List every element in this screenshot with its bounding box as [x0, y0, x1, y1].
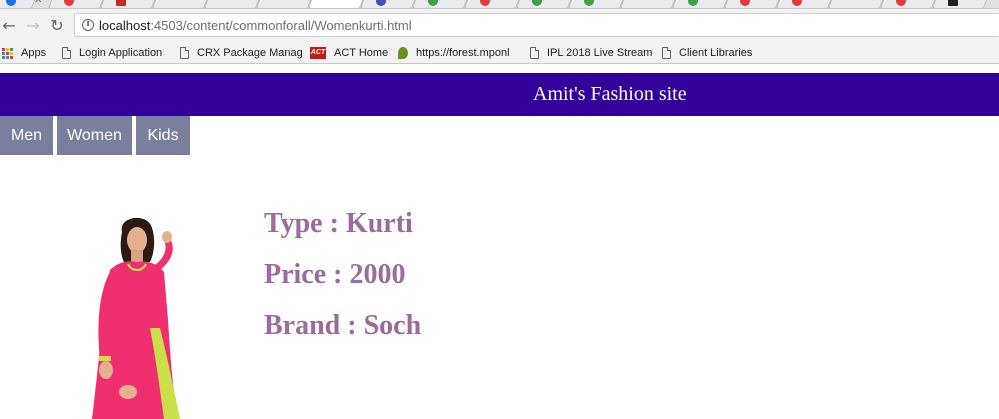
tab-favicon-icon [948, 0, 958, 6]
nav-item-kids[interactable]: Kids [136, 116, 190, 155]
bookmark-login-application[interactable]: Login Application [62, 44, 162, 62]
page-icon [180, 47, 189, 59]
product-brand: Brand : Soch [264, 310, 422, 341]
bookmark-forest[interactable]: https://forest.mponl [398, 44, 510, 62]
browser-tab[interactable] [515, 0, 573, 8]
product-price: Price : 2000 [264, 259, 406, 290]
tab-close-icon[interactable]: ✕ [34, 0, 42, 6]
page-icon [662, 47, 671, 59]
back-arrow-icon[interactable]: ← [0, 17, 18, 35]
bookmark-label: Apps [21, 47, 47, 59]
forward-arrow-icon[interactable]: → [24, 17, 42, 35]
bookmark-label: CRX Package Manag [197, 47, 303, 59]
url-text[interactable]: localhost:4503/content/commonforall/Wome… [99, 18, 412, 33]
bookmark-label: https://forest.mponl [416, 47, 510, 59]
info-icon[interactable]: i [82, 19, 94, 31]
browser-tab-active[interactable] [307, 0, 365, 8]
bookmark-crx-package-manager[interactable]: CRX Package Manag [180, 44, 303, 62]
page-icon [62, 47, 71, 59]
browser-tab[interactable] [931, 0, 989, 8]
tab-favicon-icon [116, 0, 126, 6]
browser-tab[interactable] [203, 0, 261, 8]
browser-tab[interactable] [827, 0, 885, 8]
apps-grid-icon [2, 47, 13, 59]
model-in-kurti-illustration [92, 217, 180, 419]
browser-tab[interactable] [151, 0, 209, 8]
browser-toolbar: ← → ↻ i localhost:4503/content/commonfor… [0, 9, 999, 42]
browser-tab[interactable] [567, 0, 625, 8]
bookmark-apps[interactable]: Apps [2, 44, 46, 62]
browser-tab[interactable] [255, 0, 313, 8]
site-header: Amit's Fashion site [0, 73, 999, 116]
browser-tab[interactable] [411, 0, 469, 8]
browser-tab[interactable] [99, 0, 157, 8]
url-host: localhost [99, 18, 151, 33]
act-logo-icon: ACT [310, 47, 326, 59]
bookmark-label: IPL 2018 Live Stream [547, 47, 653, 59]
product-type: Type : Kurti [264, 208, 413, 239]
browser-tab[interactable] [879, 0, 937, 8]
leaf-icon [398, 47, 408, 59]
nav-item-men[interactable]: Men [0, 116, 53, 155]
reload-icon[interactable]: ↻ [48, 17, 66, 35]
nav-item-women[interactable]: Women [57, 116, 132, 155]
bookmark-act-home[interactable]: ACT ACT Home [310, 44, 388, 62]
bookmarks-bar: Apps Login Application CRX Package Manag… [0, 42, 999, 64]
page-icon [530, 47, 539, 59]
bookmark-ipl-live-stream[interactable]: IPL 2018 Live Stream [530, 44, 652, 62]
browser-tab[interactable] [775, 0, 833, 8]
browser-tab[interactable] [671, 0, 729, 8]
browser-tab[interactable] [619, 0, 677, 8]
site-title: Amit's Fashion site [533, 83, 687, 105]
bookmark-client-libraries[interactable]: Client Libraries [662, 44, 752, 62]
bookmark-label: ACT Home [334, 47, 389, 59]
address-bar[interactable]: i localhost:4503/content/commonforall/Wo… [74, 13, 999, 37]
bookmark-label: Login Application [79, 47, 163, 59]
browser-tab[interactable] [47, 0, 105, 8]
product-image [0, 210, 264, 419]
browser-tab[interactable] [359, 0, 417, 8]
url-path: :4503/content/commonforall/Womenkurti.ht… [150, 18, 412, 33]
bookmark-label: Client Libraries [679, 47, 753, 59]
browser-tab[interactable] [463, 0, 521, 8]
browser-tab[interactable] [723, 0, 781, 8]
browser-tab-strip: ✕ [0, 0, 999, 9]
